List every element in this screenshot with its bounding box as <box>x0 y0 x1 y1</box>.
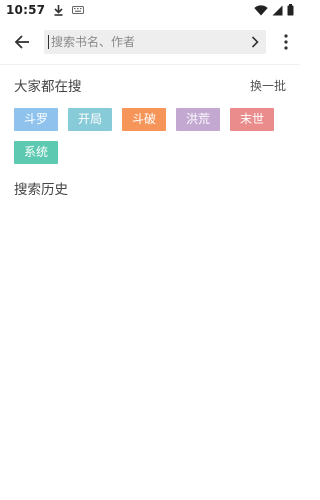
search-input[interactable] <box>49 30 244 54</box>
refresh-button[interactable]: 换一批 <box>250 77 286 94</box>
back-button[interactable] <box>0 20 44 64</box>
chevron-right-icon <box>251 36 259 48</box>
hot-tag[interactable]: 系统 <box>14 141 58 164</box>
hot-search-header: 大家都在搜 换一批 <box>14 74 286 96</box>
hot-search-section: 大家都在搜 换一批 斗罗 开局 斗破 洪荒 末世系统 <box>14 74 286 164</box>
keyboard-icon <box>72 5 85 15</box>
cell-signal-icon <box>272 5 283 16</box>
hot-tag[interactable]: 斗破 <box>122 108 166 131</box>
hot-tag[interactable]: 洪荒 <box>176 108 220 131</box>
status-left: 10:57 <box>6 3 85 17</box>
hot-tag[interactable]: 末世 <box>230 108 274 131</box>
status-bar: 10:57 <box>0 0 300 20</box>
hot-tag[interactable]: 斗罗 <box>14 108 58 131</box>
search-box[interactable] <box>44 30 266 54</box>
status-time: 10:57 <box>6 3 46 17</box>
search-history-title: 搜索历史 <box>14 182 68 198</box>
wifi-icon <box>254 4 268 16</box>
hot-tag[interactable]: 开局 <box>68 108 112 131</box>
status-right <box>254 4 294 16</box>
arrow-left-icon <box>14 34 30 50</box>
more-vertical-icon <box>284 34 288 50</box>
hot-tags: 斗罗 开局 斗破 洪荒 末世系统 <box>14 108 276 164</box>
battery-icon <box>287 4 294 16</box>
search-submit-button[interactable] <box>244 30 266 54</box>
download-icon <box>53 4 64 16</box>
search-toolbar <box>0 20 300 64</box>
toolbar-divider <box>0 64 300 65</box>
more-options-button[interactable] <box>272 20 300 64</box>
hot-search-title: 大家都在搜 <box>14 79 82 95</box>
